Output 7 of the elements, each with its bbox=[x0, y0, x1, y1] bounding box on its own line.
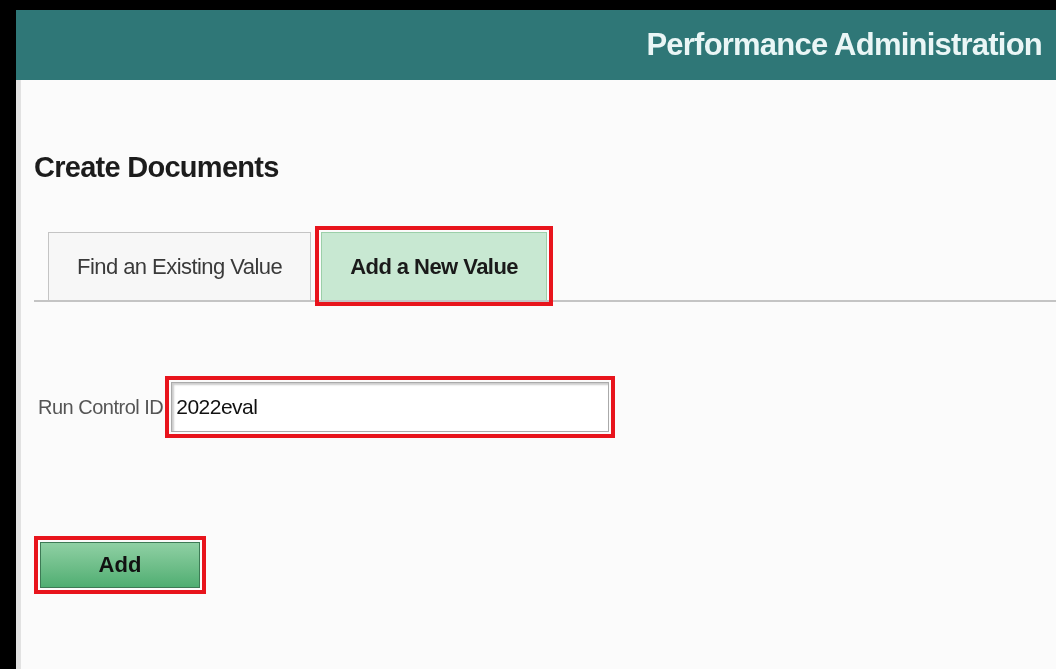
header-title: Performance Administration bbox=[646, 25, 1042, 64]
input-field[interactable]: 2022eval bbox=[171, 381, 610, 432]
tab[interactable]: Find an Existing Value bbox=[48, 231, 312, 300]
tab[interactable]: Add a New Value bbox=[321, 231, 547, 300]
page-title: Create Documents bbox=[34, 150, 280, 185]
field-label: Run Control ID bbox=[38, 394, 164, 420]
add-button[interactable]: Add bbox=[40, 541, 200, 588]
